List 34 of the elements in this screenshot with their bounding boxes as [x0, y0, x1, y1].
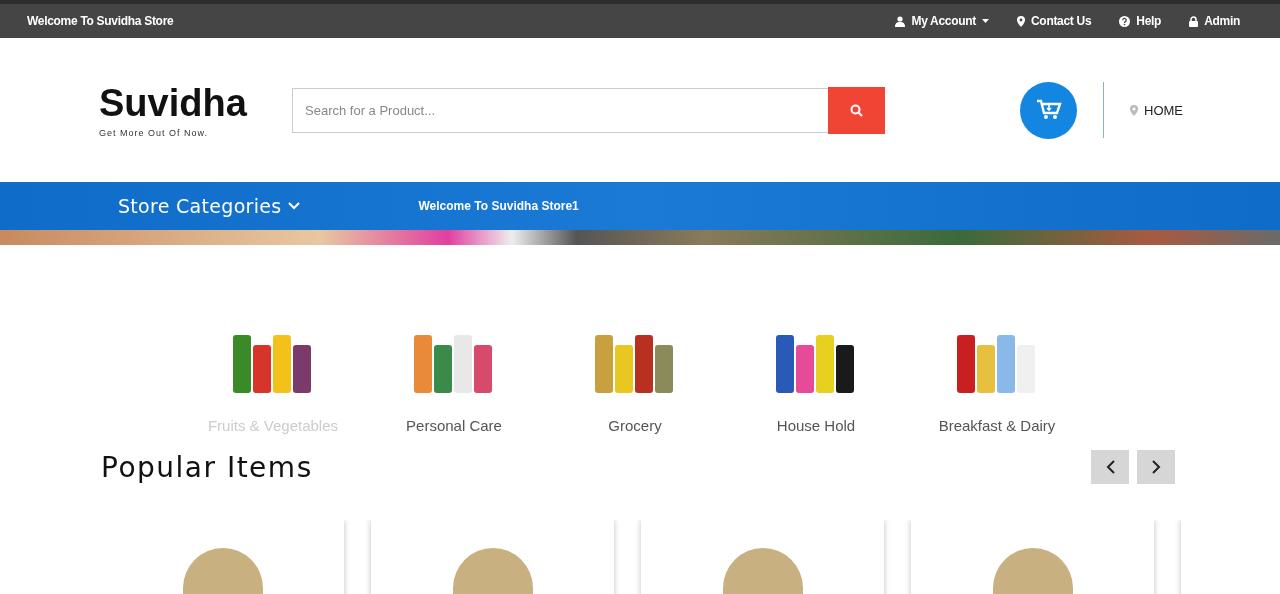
map-pin-icon [1017, 15, 1025, 27]
home-link[interactable]: HOME [1130, 102, 1183, 118]
map-pin-icon [1130, 104, 1138, 116]
help-icon [1119, 15, 1131, 27]
chevron-right-icon [1151, 460, 1161, 474]
user-icon [895, 15, 906, 27]
welcome-text: Welcome To Suvidha Store [27, 14, 174, 28]
product-card[interactable] [911, 520, 1154, 594]
category-link[interactable]: Personal Care [376, 321, 532, 434]
tagline: Get More Out Of Now. [99, 128, 210, 138]
product-card[interactable] [371, 520, 614, 594]
cart-icon [1035, 99, 1062, 121]
store-logo[interactable]: Suvidha [99, 82, 292, 124]
search-button[interactable] [828, 86, 885, 134]
product-card[interactable] [641, 520, 884, 594]
category-link[interactable]: House Hold [738, 321, 894, 434]
category-link[interactable]: Breakfast & Dairy [919, 321, 1075, 434]
lock-icon [1189, 15, 1199, 27]
chevron-left-icon [1105, 460, 1115, 474]
previous-button[interactable] [1091, 450, 1129, 484]
search-icon [850, 103, 863, 117]
store-categories-menu[interactable]: Store Categories [118, 195, 301, 217]
next-button[interactable] [1137, 450, 1175, 484]
category-link[interactable]: Grocery [557, 321, 713, 434]
cart-button[interactable] [1020, 81, 1077, 139]
account-link[interactable]: My Account [895, 14, 989, 28]
admin-link[interactable]: Admin [1189, 14, 1240, 28]
section-title: Popular Items [101, 450, 313, 484]
search-field[interactable]: Search for a Product... [292, 87, 828, 133]
caret-icon [982, 19, 989, 23]
welcome-text: Welcome To Suvidha Store1 [418, 199, 579, 213]
help-link[interactable]: Help [1119, 14, 1162, 28]
chevron-down-icon [288, 202, 301, 210]
contact-link[interactable]: Contact Us [1017, 14, 1092, 28]
